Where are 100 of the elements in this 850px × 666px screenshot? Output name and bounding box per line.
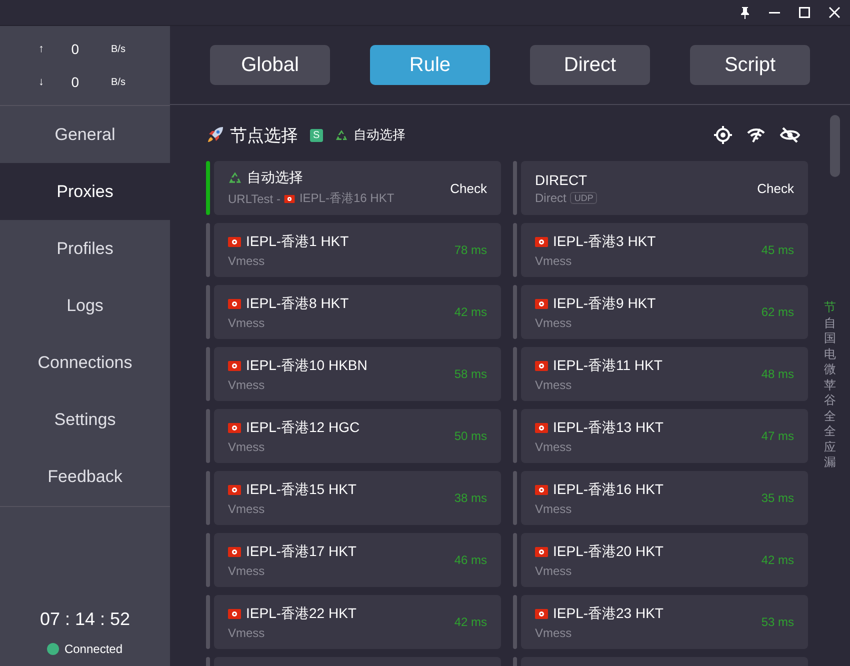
proxy-type: Vmess [535, 502, 572, 516]
index-letter[interactable]: 微 [824, 362, 836, 378]
proxy-type: Vmess [535, 254, 572, 268]
mode-button[interactable]: Script [690, 45, 810, 85]
current-proxy: 自动选择 [354, 126, 406, 144]
nav-item[interactable]: Feedback [0, 448, 170, 505]
flag-icon [228, 236, 241, 246]
proxy-type: Vmess [535, 316, 572, 330]
proxy-name: IEPL-香港22 HKT [246, 604, 356, 622]
scrollbar-thumb[interactable] [830, 115, 840, 177]
proxy-type: Vmess [228, 316, 265, 330]
flag-icon [284, 194, 296, 202]
rocket-icon [206, 126, 224, 144]
proxy-type: Vmess [228, 502, 265, 516]
index-letter[interactable]: 自 [824, 316, 836, 331]
proxy-card[interactable]: IEPL-香港10 HKBN Vmess 58 ms [214, 347, 501, 401]
proxy-card[interactable]: IEPL-香港22 HKT Vmess 42 ms [214, 595, 501, 649]
proxy-card[interactable]: IEPL-香港11 HKT Vmess 48 ms [521, 347, 808, 401]
wifi-icon[interactable] [747, 127, 765, 143]
proxy-card[interactable]: IEPL-香港9 HKT Vmess 62 ms [521, 285, 808, 339]
index-letter[interactable]: 漏 [824, 455, 836, 470]
proxy-card[interactable]: 自动选择 URLTest - IEPL-香港16 HKT Check [214, 161, 501, 215]
delay-label: 42 ms [454, 615, 487, 629]
proxy-card[interactable]: IEPL-香港13 HKT Vmess 47 ms [521, 409, 808, 463]
proxy-card[interactable]: IEPL-香港12 HGC Vmess 50 ms [214, 409, 501, 463]
proxy-name: IEPL-香港8 HKT [246, 294, 349, 312]
flag-icon [535, 546, 548, 556]
index-letter[interactable]: 全 [824, 424, 836, 440]
recycle-icon [334, 128, 348, 142]
proxy-card[interactable]: IEPL-香港1 HKT Vmess 78 ms [214, 223, 501, 277]
proxy-type: Vmess [228, 626, 265, 640]
proxy-name: IEPL-香港1 HKT [246, 232, 349, 250]
proxy-card[interactable]: IEPL-香港8 HKT Vmess 42 ms [214, 285, 501, 339]
proxy-type: Vmess [535, 626, 572, 640]
traffic-unit: B/s [111, 76, 126, 88]
index-letter[interactable]: 全 [824, 408, 836, 424]
nav-item[interactable]: Profiles [0, 220, 170, 277]
nav-item[interactable]: Settings [0, 391, 170, 448]
proxy-card[interactable]: IEPL-香港23 HKT Vmess 53 ms [521, 595, 808, 649]
delay-label: 62 ms [761, 305, 794, 319]
proxy-card[interactable]: IEPL-香港3 HKT Vmess 45 ms [521, 223, 808, 277]
delay-label: 53 ms [761, 615, 794, 629]
check-button[interactable]: Check [757, 180, 794, 196]
check-button[interactable]: Check [450, 180, 487, 196]
proxy-name: IEPL-香港17 HKT [246, 542, 356, 560]
nav-item[interactable]: Proxies [0, 163, 170, 220]
delay-label: 42 ms [454, 305, 487, 319]
mode-button[interactable]: Global [210, 45, 330, 85]
minimize-icon[interactable] [769, 12, 780, 14]
proxy-name: IEPL-香港20 HKT [553, 542, 664, 560]
flag-icon [535, 608, 548, 618]
proxy-card[interactable]: IEPL-香港20 HKT Vmess 42 ms [521, 533, 808, 587]
recycle-icon [228, 171, 242, 185]
traffic-value: 0 [70, 74, 79, 90]
close-icon[interactable] [829, 7, 840, 18]
flag-icon [535, 236, 548, 246]
proxy-name: IEPL-香港15 HKT [246, 480, 356, 498]
traffic-arrow: ↑ [38, 43, 44, 55]
flag-icon [535, 360, 548, 370]
index-letter[interactable]: 国 [824, 331, 836, 346]
index-letter[interactable]: 节 [824, 300, 836, 316]
status-label: Connected [64, 642, 123, 656]
nav-item[interactable]: Connections [0, 334, 170, 391]
proxy-card[interactable]: DIRECT Direct UDP Check [521, 161, 808, 215]
proxy-type: Vmess [228, 564, 265, 578]
proxy-name: IEPL-香港10 HKBN [246, 356, 368, 374]
maximize-icon[interactable] [799, 7, 810, 18]
traffic-unit: B/s [111, 44, 126, 54]
proxy-card[interactable]: IEPL-香港15 HKT Vmess 38 ms [214, 471, 501, 525]
proxy-name: 自动选择 [247, 169, 303, 187]
locate-icon[interactable] [714, 126, 732, 144]
flag-icon [535, 484, 548, 494]
nav-item[interactable]: Logs [0, 277, 170, 334]
proxy-type: URLTest - [228, 192, 280, 206]
proxy-type: Vmess [228, 254, 265, 268]
proxy-name: IEPL-香港9 HKT [553, 294, 656, 312]
index-letter[interactable]: 谷 [824, 393, 836, 408]
type-badge: S [310, 128, 323, 142]
flag-icon [535, 422, 548, 432]
delay-label: 78 ms [454, 243, 487, 257]
proxy-card[interactable]: IEPL-香港16 HKT Vmess 35 ms [521, 471, 808, 525]
current-node-label: IEPL-香港16 HKT [299, 190, 394, 207]
proxy-card[interactable]: IEPL-香港17 HKT Vmess 46 ms [214, 533, 501, 587]
udp-badge: UDP [570, 192, 598, 204]
flag-icon [535, 298, 548, 308]
delay-label: 47 ms [761, 429, 794, 443]
proxy-name: IEPL-香港11 HKT [553, 356, 662, 374]
proxy-name: IEPL-香港23 HKT [553, 604, 664, 622]
nav-item[interactable]: General [0, 106, 170, 163]
mode-button[interactable]: Direct [530, 45, 650, 85]
delay-label: 58 ms [454, 367, 487, 381]
delay-label: 35 ms [761, 491, 794, 505]
hide-icon[interactable] [780, 127, 800, 143]
index-letter[interactable]: 电 [824, 346, 836, 362]
proxy-type: Vmess [535, 378, 572, 392]
index-letter[interactable]: 应 [824, 440, 836, 455]
delay-label: 46 ms [454, 553, 487, 567]
index-letter[interactable]: 苹 [824, 378, 836, 393]
pin-icon[interactable] [740, 6, 750, 18]
delay-label: 50 ms [454, 429, 487, 443]
